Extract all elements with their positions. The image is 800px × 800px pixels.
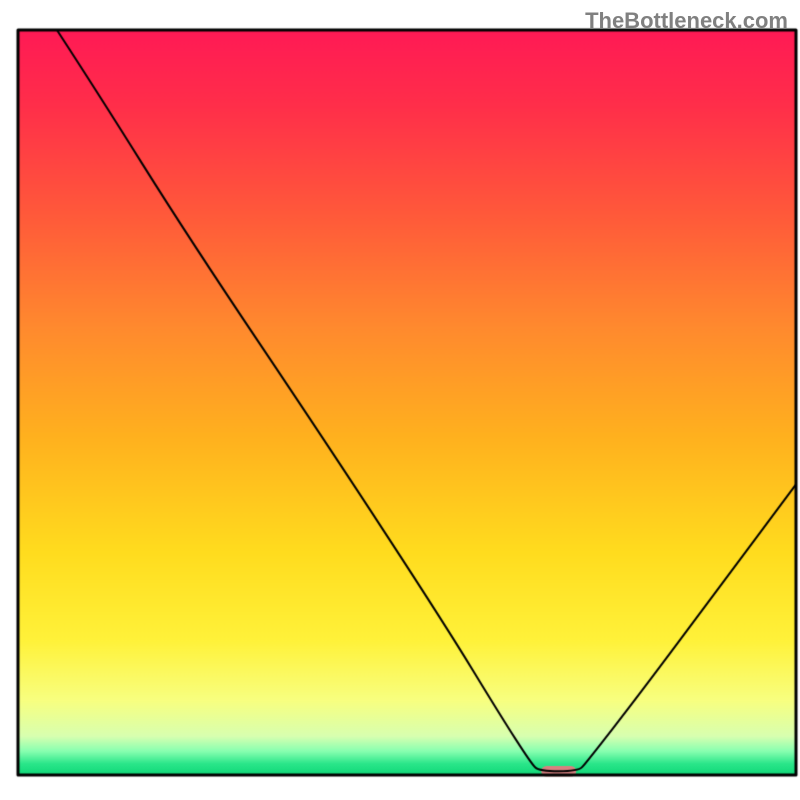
watermark-text: TheBottleneck.com (585, 8, 788, 34)
bottleneck-chart (0, 0, 800, 800)
